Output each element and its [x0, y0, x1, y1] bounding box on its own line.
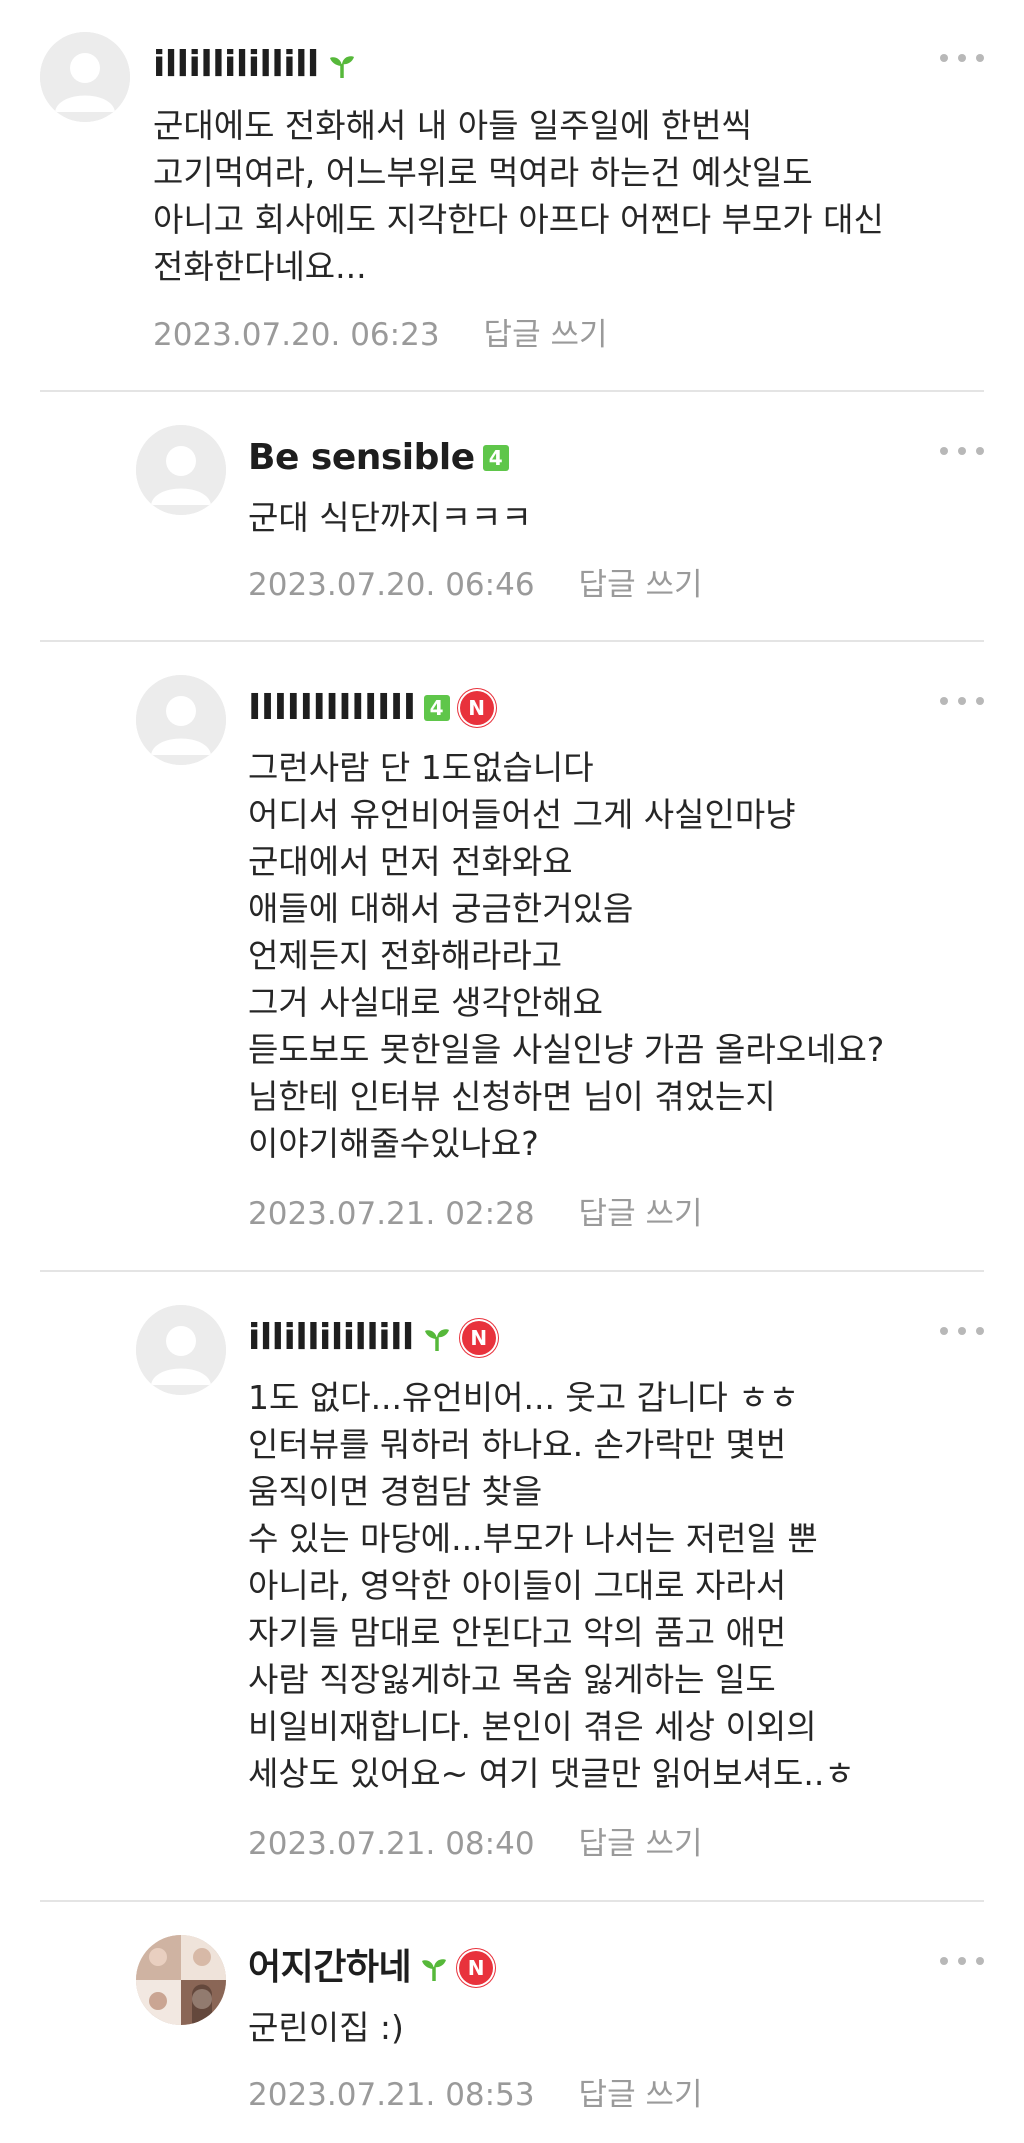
avatar-default[interactable]: [136, 675, 226, 765]
more-options-icon[interactable]: [940, 1953, 984, 1969]
reply-button[interactable]: 답글 쓰기: [579, 1196, 703, 1232]
nickname-text[interactable]: illillilillill: [248, 1316, 414, 1360]
nickname-text[interactable]: IIIIIIIIIIIII: [248, 686, 416, 730]
comment-text: 그런사람 단 1도없습니다 어디서 유언비어들어선 그게 사실인마냥 군대에서 …: [248, 748, 885, 1163]
comment-text: 군린이집 :): [248, 2008, 404, 2047]
comment-meta: 2023.07.21. 08:53 답글 쓰기: [248, 2075, 702, 2115]
comment-nickname[interactable]: Be sensible 4: [248, 436, 509, 480]
more-options-icon[interactable]: [940, 443, 984, 459]
comment-date: 2023.07.21. 08:40: [248, 1826, 535, 1862]
divider: [40, 1270, 984, 1272]
reply-button[interactable]: 답글 쓰기: [579, 2077, 703, 2113]
divider: [40, 1900, 984, 1902]
comment-date: 2023.07.21. 08:53: [248, 2077, 535, 2113]
new-badge: N: [459, 691, 494, 725]
sprout-icon: [419, 1953, 449, 1983]
comment-text: 군대 식단까지ㅋㅋㅋ: [248, 498, 532, 537]
comment-meta: 2023.07.21. 02:28 답글 쓰기: [248, 1194, 702, 1234]
nickname-text[interactable]: 어지간하네: [248, 1946, 412, 1990]
new-badge: N: [459, 1951, 494, 1985]
comment-meta: 2023.07.21. 08:40 답글 쓰기: [248, 1824, 702, 1864]
divider: [40, 390, 984, 392]
divider: [40, 640, 984, 642]
reply-button[interactable]: 답글 쓰기: [579, 567, 703, 603]
new-badge: N: [461, 1321, 496, 1355]
avatar-default[interactable]: [40, 32, 130, 122]
sprout-icon: [327, 50, 357, 80]
comment-date: 2023.07.21. 02:28: [248, 1196, 535, 1232]
more-options-icon[interactable]: [940, 50, 984, 66]
comment-nickname[interactable]: 어지간하네 N: [248, 1946, 494, 1990]
comment-nickname[interactable]: IIIIIIIIIIIII 4 N: [248, 686, 494, 730]
level-badge: 4: [482, 445, 509, 471]
comment-meta: 2023.07.20. 06:46 답글 쓰기: [248, 565, 702, 605]
comment-text: 1도 없다...유언비어... 웃고 갑니다 ㅎㅎ 인터뷰를 뭐하러 하나요. …: [248, 1378, 855, 1793]
comment-date: 2023.07.20. 06:46: [248, 567, 535, 603]
level-badge: 4: [423, 695, 450, 721]
avatar-default[interactable]: [136, 1305, 226, 1395]
sprout-icon: [422, 1323, 452, 1353]
comment-text: 군대에도 전화해서 내 아들 일주일에 한번씩 고기먹여라, 어느부위로 먹여라…: [153, 106, 884, 286]
more-options-icon[interactable]: [940, 693, 984, 709]
avatar-photo[interactable]: [136, 1935, 226, 2025]
comment-meta: 2023.07.20. 06:23 답글 쓰기: [153, 315, 607, 355]
reply-button[interactable]: 답글 쓰기: [484, 317, 608, 353]
comment-date: 2023.07.20. 06:23: [153, 317, 440, 353]
comment-nickname[interactable]: illillilillill: [153, 43, 357, 87]
comment-nickname[interactable]: illillilillill N: [248, 1316, 496, 1360]
nickname-text[interactable]: Be sensible: [248, 436, 475, 480]
avatar-default[interactable]: [136, 425, 226, 515]
reply-button[interactable]: 답글 쓰기: [579, 1826, 703, 1862]
nickname-text[interactable]: illillilillill: [153, 43, 319, 87]
more-options-icon[interactable]: [940, 1323, 984, 1339]
